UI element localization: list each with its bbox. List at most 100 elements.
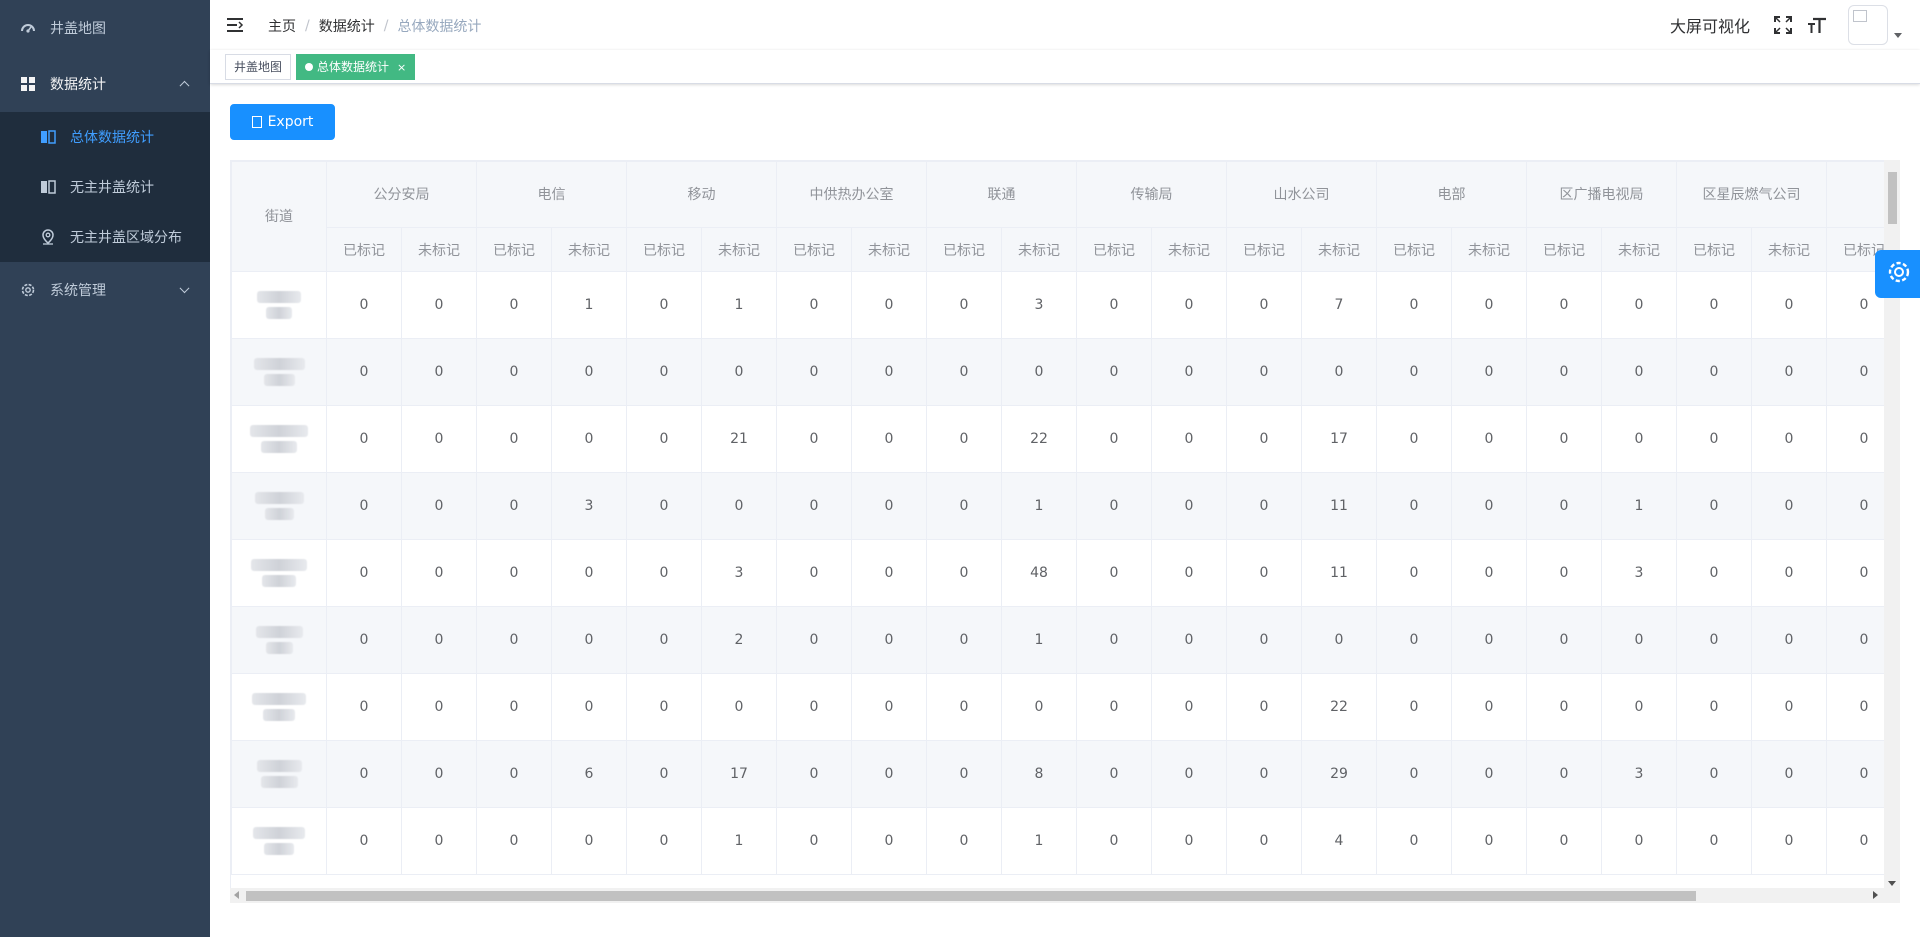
table-cell: 0 (626, 405, 702, 473)
horizontal-scrollbar[interactable] (230, 888, 1900, 903)
column-group-header: 联通 (926, 161, 1077, 228)
table-cell: 0 (851, 405, 927, 473)
table-cell: 0 (1151, 740, 1227, 808)
sidebar-item-ownerless-distribution[interactable]: 无主井盖区域分布 (0, 212, 210, 262)
table-cell: 0 (551, 338, 627, 406)
sidebar-item-ownerless-statistics[interactable]: 无主井盖统计 (0, 162, 210, 212)
table-cell: 0 (1526, 673, 1602, 741)
close-icon[interactable]: × (397, 61, 406, 74)
table-cell: 0 (1076, 405, 1152, 473)
table-row: 000001000100040000000 (231, 807, 1899, 875)
table-cell: 0 (926, 606, 1002, 674)
tag-overall-statistics[interactable]: 总体数据统计 × (296, 54, 416, 80)
scrollbar-thumb[interactable] (1888, 172, 1897, 224)
table-cell: 0 (1301, 338, 1377, 406)
scroll-right-arrow-icon[interactable] (1873, 891, 1878, 899)
caret-down-icon[interactable] (1894, 32, 1902, 38)
street-cell-redacted (231, 271, 327, 339)
column-header-unmarked: 未标记 (1301, 227, 1377, 272)
scrollbar-thumb[interactable] (246, 891, 1696, 901)
sidebar-item-system-management[interactable]: 系统管理 (0, 262, 210, 318)
avatar[interactable] (1848, 5, 1888, 45)
table-cell: 0 (626, 472, 702, 540)
font-size-icon[interactable] (1806, 14, 1828, 36)
table-cell: 0 (1226, 673, 1302, 741)
table-cell: 3 (701, 539, 777, 607)
column-header-unmarked: 未标记 (401, 227, 477, 272)
table-cell: 0 (626, 740, 702, 808)
table-cell: 0 (1076, 740, 1152, 808)
sidebar-item-manhole-map[interactable]: 井盖地图 (0, 0, 210, 56)
table-cell: 0 (1376, 472, 1452, 540)
breadcrumb-home[interactable]: 主页 (268, 16, 296, 36)
table-cell: 0 (926, 472, 1002, 540)
active-dot-icon (305, 62, 313, 71)
table-row: 0 0 0 0 0 21 0 0 0 22 0 0 0 17 0 0 0 0 0 0 0 (231, 405, 1899, 473)
table-cell: 0 (1226, 338, 1302, 406)
table-cell: 0 (1601, 807, 1677, 875)
column-header-marked: 已标记 (926, 227, 1002, 272)
table-cell: 0 (1226, 740, 1302, 808)
table-cell: 0 (476, 539, 552, 607)
table-row: 0 0 0 0 0 0 0 0 0 0 0 0 0 22 0 0 0 0 0 0 0 (231, 673, 1899, 741)
table-cell: 0 (1751, 673, 1827, 741)
column-group-header: 区星辰燃气公司 (1676, 161, 1827, 228)
table-cell: 0 (1526, 472, 1602, 540)
settings-button[interactable] (1875, 250, 1920, 298)
breadcrumb: 主页 / 数据统计 / 总体数据统计 (268, 16, 481, 36)
location-icon (40, 229, 56, 245)
table-cell: 0 (776, 740, 852, 808)
table-cell: 0 (926, 740, 1002, 808)
column-header-marked: 已标记 (1676, 227, 1752, 272)
table-cell: 0 (1451, 539, 1527, 607)
table-cell: 0 (851, 338, 927, 406)
table-cell: 0 (1226, 539, 1302, 607)
table-cell: 0 (326, 472, 402, 540)
book-icon (40, 179, 56, 195)
column-header-marked: 已标记 (776, 227, 852, 272)
bigscreen-link[interactable]: 大屏可视化 (1670, 13, 1750, 37)
table-cell: 0 (1601, 271, 1677, 339)
statistics-submenu: 总体数据统计 无主井盖统计 无主井盖区域分布 (0, 112, 210, 262)
table-cell: 0 (1526, 606, 1602, 674)
export-button[interactable]: Export (230, 104, 335, 140)
column-header-unmarked: 未标记 (1151, 227, 1227, 272)
column-header-unmarked: 未标记 (1001, 227, 1077, 272)
street-cell-redacted (231, 740, 327, 808)
sidebar-item-statistics[interactable]: 数据统计 (0, 56, 210, 112)
table-cell: 0 (776, 807, 852, 875)
table-cell: 0 (776, 673, 852, 741)
table-cell: 0 (1526, 338, 1602, 406)
tag-manhole-map[interactable]: 井盖地图 (225, 54, 292, 80)
table-row: 0 0 0 0 0 3 0 0 0 48 0 0 0 11 0 0 0 3 0 0 0 (231, 539, 1899, 607)
column-header-unmarked: 未标记 (701, 227, 777, 272)
sidebar-item-overall-statistics[interactable]: 总体数据统计 (0, 112, 210, 162)
table-cell: 0 (776, 405, 852, 473)
table-cell: 0 (776, 606, 852, 674)
table-cell: 17 (1301, 405, 1377, 473)
table-cell: 0 (326, 606, 402, 674)
scroll-down-arrow-icon[interactable] (1888, 881, 1896, 886)
table-cell: 0 (326, 673, 402, 741)
sidebar-item-label: 无主井盖区域分布 (70, 230, 182, 246)
breadcrumb-statistics[interactable]: 数据统计 (319, 16, 375, 36)
table-cell: 0 (1751, 472, 1827, 540)
column-header-marked: 已标记 (1376, 227, 1452, 272)
table-cell: 0 (401, 807, 477, 875)
right-menu: 大屏可视化 (1670, 0, 1920, 50)
table-cell: 0 (626, 606, 702, 674)
table-cell: 0 (776, 271, 852, 339)
table-cell: 0 (1076, 539, 1152, 607)
street-cell-redacted (231, 606, 327, 674)
table-cell: 0 (626, 807, 702, 875)
table-cell: 8 (1001, 740, 1077, 808)
sidebar-item-label: 总体数据统计 (70, 130, 154, 146)
scroll-left-arrow-icon[interactable] (234, 891, 239, 899)
fullscreen-icon[interactable] (1772, 14, 1794, 36)
hamburger-icon[interactable] (226, 16, 244, 34)
table-cell: 0 (1376, 539, 1452, 607)
table-cell: 0 (1376, 271, 1452, 339)
table-cell: 0 (1751, 740, 1827, 808)
table-cell: 0 (1151, 405, 1227, 473)
table-cell: 0 (551, 405, 627, 473)
